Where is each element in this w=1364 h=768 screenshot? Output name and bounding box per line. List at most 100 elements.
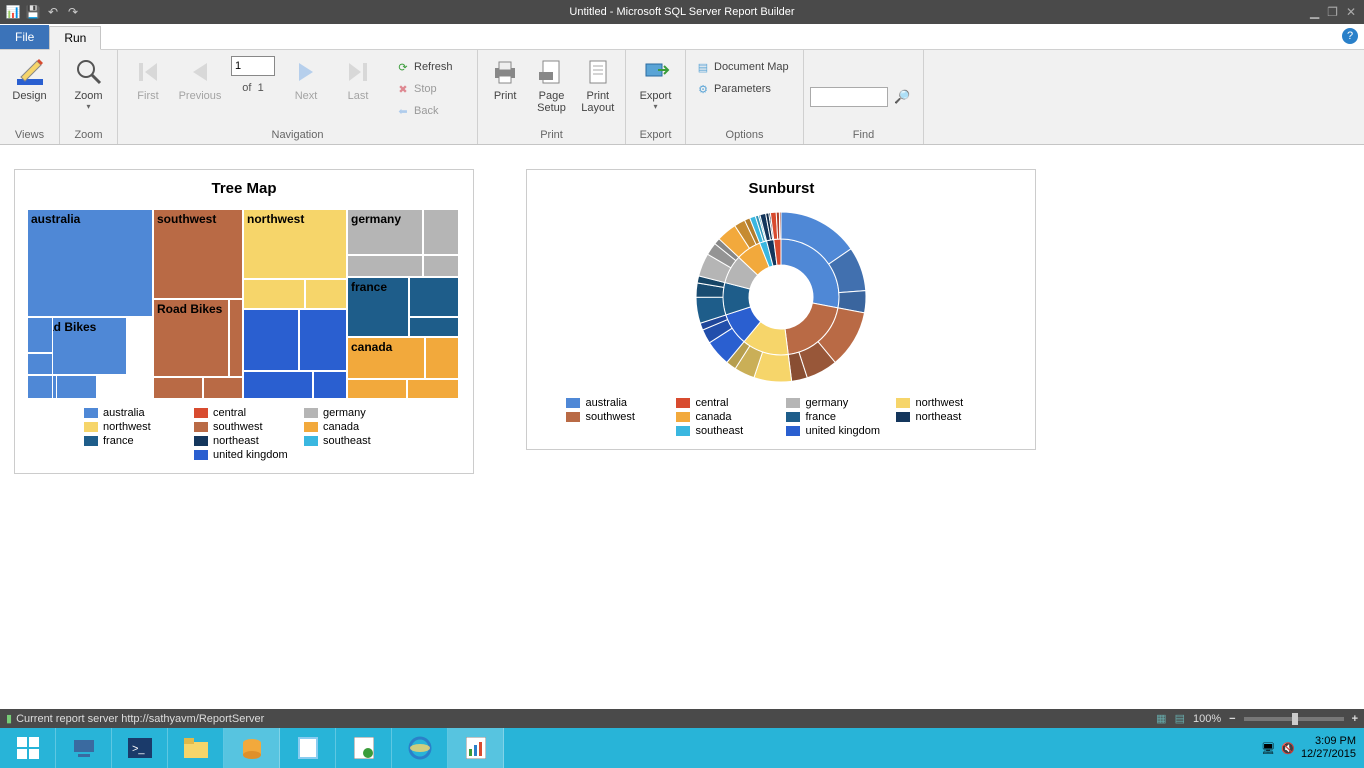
taskbar-server-manager[interactable] [56, 728, 112, 768]
treemap-cell [27, 375, 53, 399]
group-options-label: Options [686, 129, 803, 144]
back-button[interactable]: ⬅Back [392, 100, 457, 122]
find-input[interactable] [810, 87, 888, 107]
last-icon [342, 56, 374, 88]
treemap-cell [347, 255, 423, 277]
tab-file[interactable]: File [0, 25, 49, 49]
close-icon[interactable]: ✕ [1346, 5, 1356, 19]
zoom-out-button[interactable]: − [1229, 713, 1235, 725]
treemap-region-germany: germany [347, 209, 423, 255]
stop-button[interactable]: ✖Stop [392, 78, 457, 100]
refresh-button[interactable]: ⟳Refresh [392, 56, 457, 78]
minimize-icon[interactable]: ▁ [1310, 5, 1319, 19]
last-button[interactable]: Last [334, 54, 382, 102]
group-export-label: Export [626, 129, 685, 144]
sunburst-title: Sunburst [527, 170, 1035, 203]
treemap-cell [425, 337, 459, 379]
print-button[interactable]: Print [484, 54, 526, 102]
view-icon-1[interactable]: ▦ [1156, 712, 1166, 725]
zoom-in-button[interactable]: + [1352, 713, 1358, 725]
tray-icon-2[interactable]: 🔇 [1281, 742, 1295, 755]
tray-icon-1[interactable]: 🖥 [1261, 742, 1275, 755]
design-button[interactable]: Design [6, 54, 53, 102]
document-map-button[interactable]: ▤Document Map [692, 56, 793, 78]
refresh-icon: ⟳ [396, 60, 410, 74]
treemap-region-australia: australia [27, 209, 153, 317]
ribbon: Design Views Zoom ▾ Zoom First Pr [0, 50, 1364, 145]
taskbar-powershell[interactable]: >_ [112, 728, 168, 768]
previous-button[interactable]: Previous [176, 54, 224, 102]
taskbar-notepad[interactable] [280, 728, 336, 768]
treemap-cell [347, 379, 407, 399]
taskbar-explorer[interactable] [168, 728, 224, 768]
page-setup-button[interactable]: Page Setup [530, 54, 572, 114]
legend-item: canada [304, 421, 404, 433]
page-input[interactable] [231, 56, 275, 76]
legend-item: australia [566, 397, 666, 409]
treemap-panel: Tree Map australia Road Bikes southwest … [14, 169, 474, 474]
parameters-icon: ⚙ [696, 82, 710, 96]
page-setup-icon [535, 56, 567, 88]
treemap-cell [407, 379, 459, 399]
treemap-cell [305, 279, 347, 309]
redo-icon[interactable]: ↷ [66, 5, 80, 19]
taskbar-report-builder[interactable] [448, 728, 504, 768]
export-button[interactable]: Export ▾ [632, 54, 679, 111]
treemap-chart: australia Road Bikes southwest Road Bike… [27, 209, 459, 399]
taskbar-ssdt[interactable] [336, 728, 392, 768]
taskbar-ie[interactable] [392, 728, 448, 768]
legend-item: canada [676, 411, 776, 423]
status-server: Current report server http://sathyavm/Re… [16, 713, 264, 725]
next-button[interactable]: Next [282, 54, 330, 102]
view-icon-2[interactable]: ▤ [1175, 712, 1185, 725]
treemap-cell [203, 377, 243, 399]
restore-icon[interactable]: ❐ [1327, 5, 1338, 19]
help-icon[interactable]: ? [1342, 28, 1358, 44]
legend-item: southeast [304, 435, 404, 447]
legend-item: france [786, 411, 886, 423]
save-icon[interactable]: 💾 [26, 5, 40, 19]
print-icon [489, 56, 521, 88]
zoom-slider[interactable] [1244, 717, 1344, 721]
treemap-region-southwest: southwest [153, 209, 243, 299]
treemap-cell [27, 353, 53, 375]
stop-icon: ✖ [396, 82, 410, 96]
treemap-cell [243, 371, 313, 399]
window-title: Untitled - Microsoft SQL Server Report B… [569, 6, 794, 18]
legend-item: northwest [896, 397, 996, 409]
parameters-button[interactable]: ⚙Parameters [692, 78, 793, 100]
app-icon: 📊 [6, 5, 20, 19]
treemap-region-france: france [347, 277, 409, 337]
find-icon[interactable]: 🔎 [894, 89, 910, 105]
zoom-icon [73, 56, 105, 88]
titlebar: 📊 💾 ↶ ↷ Untitled - Microsoft SQL Server … [0, 0, 1364, 24]
treemap-region-canada: canada [347, 337, 425, 379]
document-map-icon: ▤ [696, 60, 710, 74]
svg-text:>_: >_ [132, 743, 145, 755]
legend-item: southeast [676, 425, 776, 437]
legend-item: germany [786, 397, 886, 409]
legend-item: australia [84, 407, 184, 419]
first-button[interactable]: First [124, 54, 172, 102]
treemap-cell [423, 255, 459, 277]
legend-item: central [676, 397, 776, 409]
taskbar-ssms[interactable] [224, 728, 280, 768]
zoom-button[interactable]: Zoom ▾ [66, 54, 111, 111]
legend-item: united kingdom [786, 425, 886, 437]
tab-run[interactable]: Run [49, 26, 101, 50]
group-zoom-label: Zoom [60, 129, 117, 144]
print-layout-button[interactable]: Print Layout [577, 54, 619, 114]
treemap-cell [229, 299, 243, 377]
treemap-region-northwest: northwest [243, 209, 347, 279]
treemap-cell [409, 317, 459, 337]
server-connection-icon: ▮ [6, 712, 12, 725]
undo-icon[interactable]: ↶ [46, 5, 60, 19]
tray-clock[interactable]: 3:09 PM 12/27/2015 [1301, 735, 1356, 761]
design-icon [14, 56, 46, 88]
group-find-label: Find [804, 129, 923, 144]
legend-item: central [194, 407, 294, 419]
treemap-cell [423, 209, 459, 255]
group-print-label: Print [478, 129, 625, 144]
statusbar: ▮ Current report server http://sathyavm/… [0, 709, 1364, 728]
start-button[interactable] [0, 728, 56, 768]
